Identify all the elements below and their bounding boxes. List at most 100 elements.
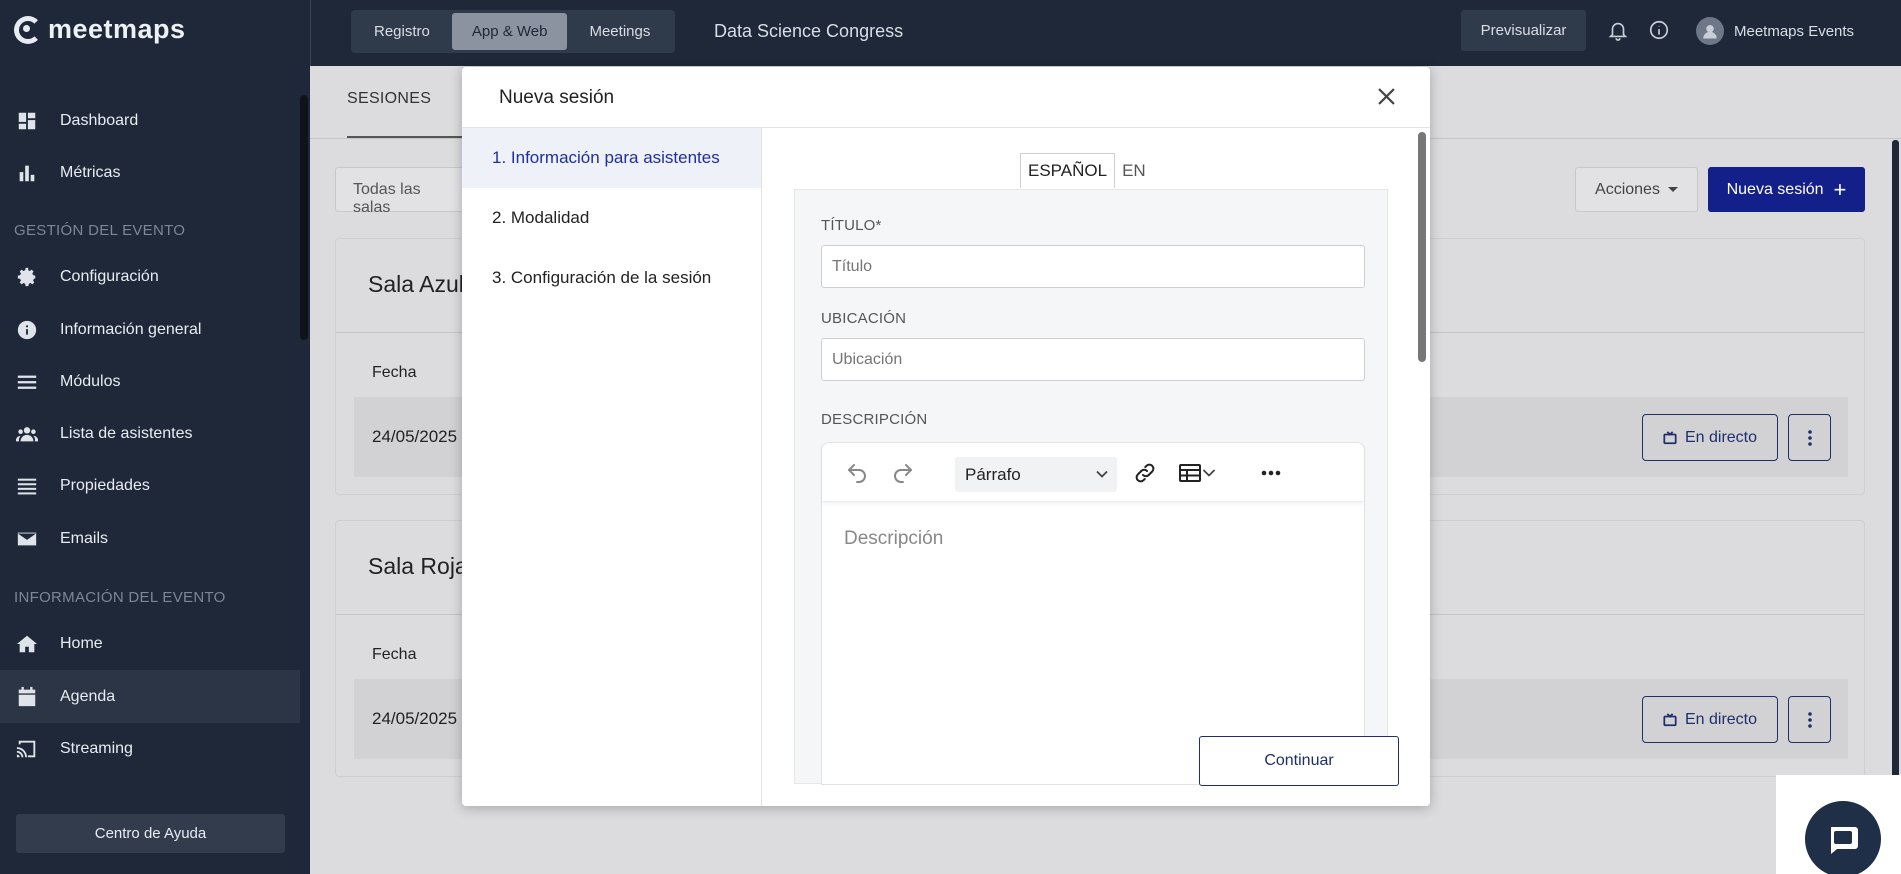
step-configuracion-sesion[interactable]: 3. Configuración de la sesión (462, 248, 761, 308)
live-icon (1663, 712, 1677, 726)
sidebar-item-propiedades[interactable]: Propiedades (0, 459, 300, 512)
redo-icon[interactable] (890, 460, 916, 486)
page-scrollbar[interactable] (1892, 140, 1899, 874)
title-input[interactable] (821, 245, 1365, 288)
info-icon (14, 317, 40, 343)
close-icon (1377, 87, 1395, 105)
sidebar-item-streaming[interactable]: Streaming (0, 722, 300, 775)
kebab-icon (1807, 711, 1812, 728)
sidebar: meetmaps Dashboard Métricas GESTIÓN DEL … (0, 0, 310, 874)
plus-icon: + (1833, 176, 1847, 202)
location-label: UBICACIÓN (821, 310, 907, 327)
room-filter-select[interactable]: Todas las salas (335, 167, 465, 216)
more-options-button[interactable] (1788, 696, 1831, 743)
link-icon[interactable] (1132, 460, 1158, 486)
chat-icon (1831, 827, 1858, 854)
live-button[interactable]: En directo (1642, 414, 1778, 461)
sidebar-item-informacion-general[interactable]: Información general (0, 303, 300, 356)
account-menu[interactable]: Meetmaps Events (1696, 17, 1854, 45)
sidebar-item-label: Home (60, 634, 103, 652)
close-button[interactable] (1374, 84, 1398, 108)
chat-button[interactable] (1805, 801, 1881, 874)
more-horizontal-icon[interactable] (1258, 460, 1284, 486)
tab-app-web[interactable]: App & Web (451, 13, 568, 50)
description-editor: Párrafo Descripción (821, 442, 1365, 785)
location-input[interactable] (821, 338, 1365, 381)
language-tabs: ESPAÑOL EN (1020, 153, 1153, 188)
tab-lang-en[interactable]: EN (1115, 153, 1153, 188)
sidebar-item-label: Información general (60, 320, 202, 338)
sidebar-item-home[interactable]: Home (0, 617, 300, 670)
section-title-event: GESTIÓN DEL EVENTO (14, 222, 186, 239)
tab-registro[interactable]: Registro (354, 13, 450, 50)
sidebar-item-agenda[interactable]: Agenda (0, 670, 300, 723)
sidebar-scrollbar[interactable] (300, 95, 308, 340)
block-format-value: Párrafo (965, 465, 1021, 484)
live-button[interactable]: En directo (1642, 696, 1778, 743)
tab-sesiones[interactable]: SESIONES (347, 90, 431, 108)
step-modalidad[interactable]: 2. Modalidad (462, 188, 761, 248)
description-placeholder[interactable]: Descripción (844, 528, 943, 550)
topbar: Registro App & Web Meetings Data Science… (310, 0, 1901, 66)
sidebar-item-lista-asistentes[interactable]: Lista de asistentes (0, 407, 300, 460)
undo-icon[interactable] (844, 460, 870, 486)
mail-icon (14, 526, 40, 552)
editor-toolbar: Párrafo (822, 443, 1364, 502)
logo-text: meetmaps (48, 14, 186, 44)
sidebar-item-label: Métricas (60, 163, 121, 181)
sidebar-item-metricas[interactable]: Métricas (0, 146, 300, 199)
chevron-down-icon (1096, 470, 1108, 478)
account-name: Meetmaps Events (1734, 22, 1855, 40)
bell-icon[interactable] (1607, 19, 1629, 41)
form-area: ESPAÑOL EN TÍTULO* UBICACIÓN DESCRIPCIÓN… (762, 128, 1430, 785)
tab-lang-es[interactable]: ESPAÑOL (1020, 153, 1116, 188)
column-header-date: Fecha (372, 646, 417, 663)
new-session-button[interactable]: Nueva sesión + (1708, 167, 1865, 212)
sidebar-item-label: Lista de asistentes (60, 424, 193, 442)
tab-meetings[interactable]: Meetings (569, 13, 670, 50)
table-icon[interactable] (1172, 460, 1222, 486)
title-label: TÍTULO* (821, 217, 882, 234)
sidebar-item-label: Agenda (60, 687, 116, 705)
sidebar-item-label: Emails (60, 529, 109, 547)
sidebar-item-modulos[interactable]: Módulos (0, 355, 300, 408)
room-title: Sala Azul (368, 271, 464, 297)
sidebar-item-label: Propiedades (60, 476, 150, 494)
new-session-modal: Nueva sesión 1. Información para asisten… (462, 67, 1430, 806)
continue-button[interactable]: Continuar (1199, 736, 1399, 786)
live-icon (1663, 430, 1677, 444)
chevron-down-icon (1203, 469, 1215, 477)
section-title-info: INFORMACIÓN DEL EVENTO (14, 589, 226, 606)
logo[interactable]: meetmaps (14, 14, 186, 45)
modal-scrollbar[interactable] (1418, 132, 1426, 362)
sidebar-item-label: Dashboard (60, 111, 139, 129)
sidebar-item-emails[interactable]: Emails (0, 512, 300, 565)
preview-button[interactable]: Previsualizar (1461, 10, 1586, 51)
block-format-select[interactable]: Párrafo (955, 457, 1117, 492)
list-icon (14, 473, 40, 499)
calendar-icon (14, 684, 40, 710)
live-label: En directo (1684, 710, 1758, 728)
sidebar-item-configuracion[interactable]: Configuración (0, 250, 300, 303)
more-options-button[interactable] (1788, 414, 1831, 461)
description-label: DESCRIPCIÓN (821, 411, 928, 428)
live-label: En directo (1684, 428, 1758, 446)
sidebar-item-dashboard[interactable]: Dashboard (0, 94, 300, 147)
room-title: Sala Roja (368, 553, 468, 579)
step-info-asistentes[interactable]: 1. Información para asistentes (462, 128, 761, 188)
top-nav: Registro App & Web Meetings (351, 10, 676, 53)
actions-label: Acciones (1595, 180, 1660, 198)
bar-chart-icon (14, 160, 40, 186)
actions-button[interactable]: Acciones (1575, 167, 1698, 212)
dashboard-icon (14, 108, 40, 134)
modal-title: Nueva sesión (499, 87, 615, 108)
steps-nav: 1. Información para asistentes 2. Modali… (462, 128, 762, 806)
help-center-button[interactable]: Centro de Ayuda (16, 814, 285, 853)
avatar (1696, 17, 1724, 45)
info-icon[interactable] (1648, 19, 1670, 41)
session-date: 24/05/2025 (372, 709, 458, 728)
users-icon (14, 421, 40, 447)
modal-header: Nueva sesión (462, 67, 1430, 128)
sidebar-item-label: Módulos (60, 372, 121, 390)
sidebar-item-label: Streaming (60, 739, 133, 757)
